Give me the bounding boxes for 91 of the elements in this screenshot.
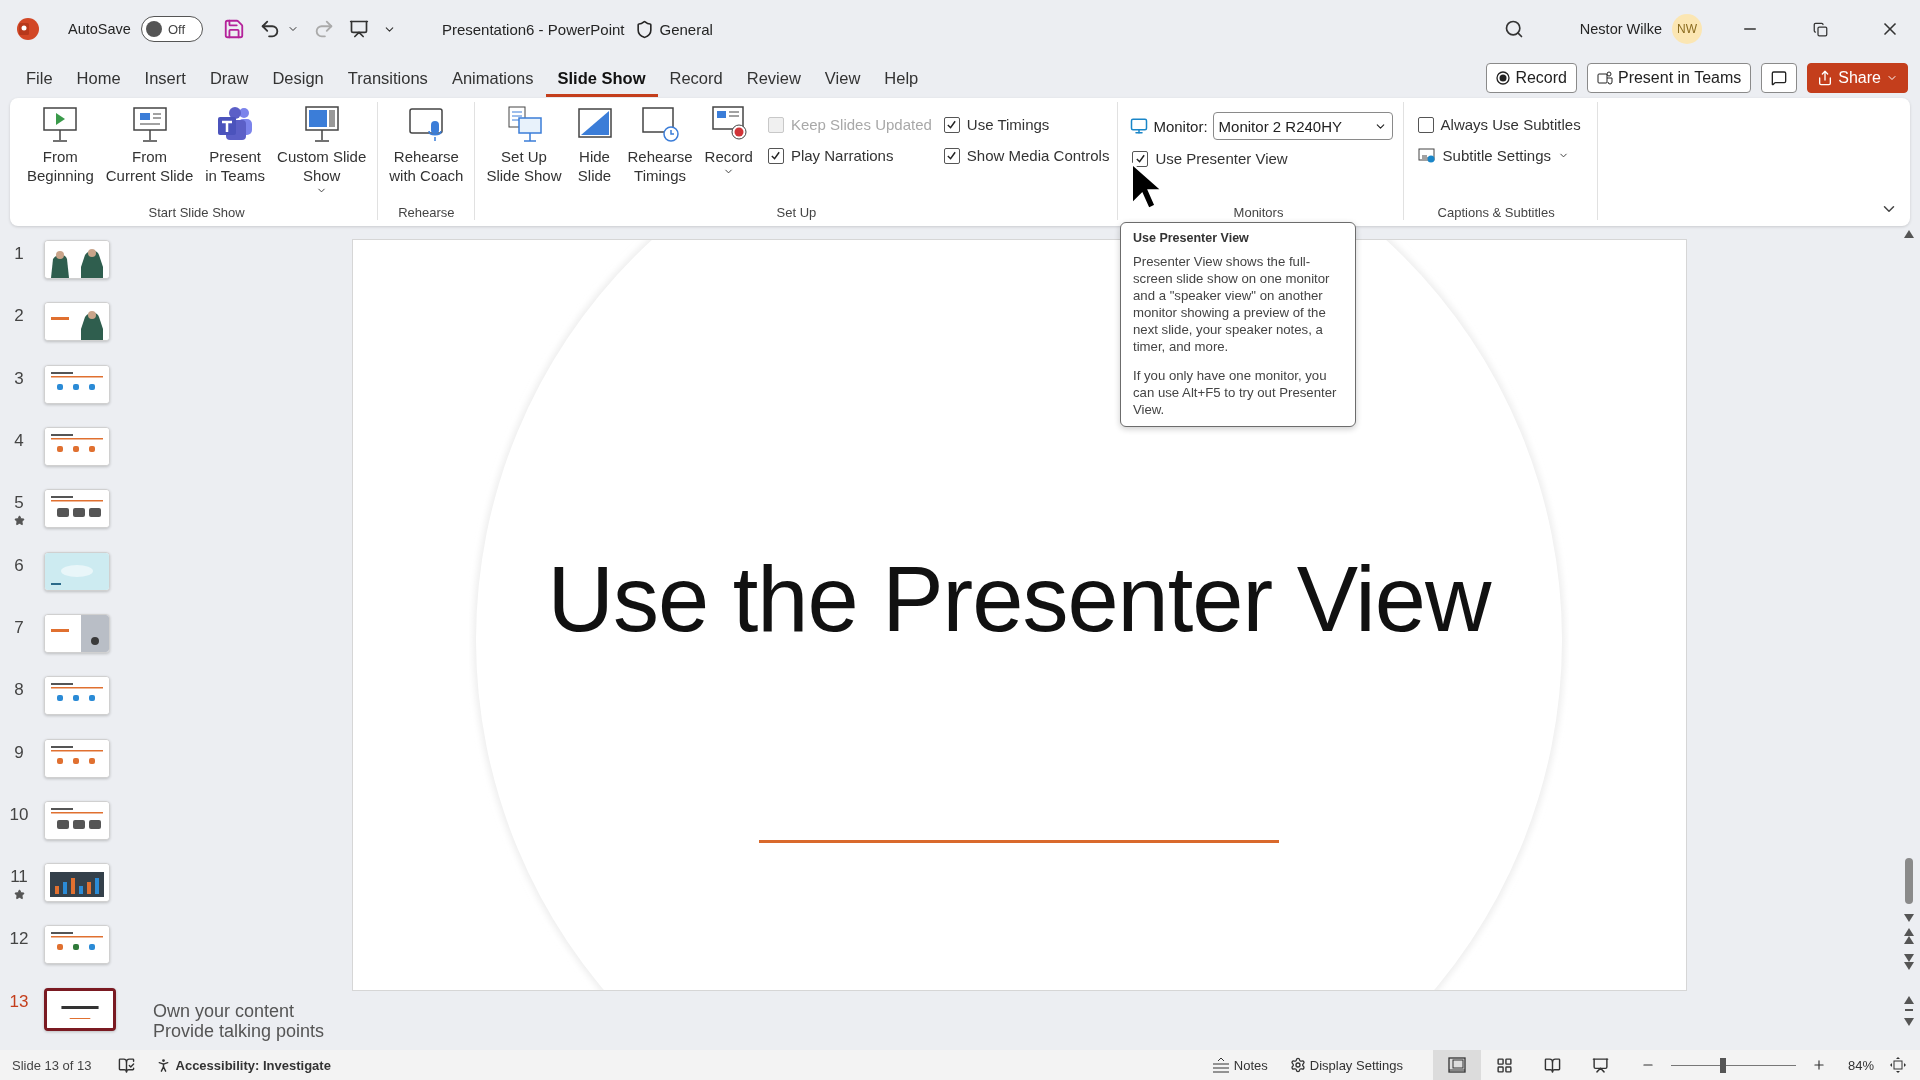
- slide-title: Use the Presenter View: [547, 547, 1491, 652]
- display-settings-button[interactable]: Display Settings: [1285, 1057, 1407, 1073]
- slide-number: 7: [14, 617, 24, 638]
- teams-icon: [1596, 70, 1613, 86]
- group-label: Captions & Subtitles: [1437, 205, 1555, 220]
- ribbon-tab[interactable]: Animations: [439, 62, 546, 97]
- monitor-icon: [1130, 117, 1149, 135]
- group-label: Start Slide Show: [148, 205, 245, 220]
- ribbon-button[interactable]: Hide Slide: [568, 102, 621, 187]
- document-title: Presentation6 - PowerPoint: [441, 20, 625, 38]
- user-avatar[interactable]: NW: [1672, 14, 1702, 44]
- scroll-up-icon[interactable]: [1904, 230, 1914, 238]
- sensitivity-label[interactable]: General: [659, 20, 713, 38]
- slide-number: 5: [14, 493, 24, 514]
- ribbon-button[interactable]: From Beginning: [22, 102, 99, 187]
- app-logo-icon: [16, 17, 40, 41]
- ribbon-button[interactable]: Rehearse with Coach: [384, 102, 469, 187]
- slide-number: 9: [14, 742, 24, 763]
- ribbon-tab[interactable]: Draw: [197, 62, 261, 97]
- slide-number: 11: [10, 867, 28, 888]
- fit-slide-icon[interactable]: [1888, 1055, 1908, 1075]
- view-icon: [1496, 1056, 1514, 1074]
- scrollbar-thumb[interactable]: [1905, 858, 1913, 904]
- subtitle-settings-button[interactable]: Subtitle Settings: [1415, 145, 1583, 166]
- ribbon-button[interactable]: Rehearse Timings: [622, 102, 698, 187]
- group-label: Rehearse: [398, 205, 455, 220]
- ribbon-tab[interactable]: Review: [734, 62, 813, 97]
- slide-thumbnail[interactable]: [44, 987, 116, 1031]
- monitor-label: Monitor:: [1153, 117, 1208, 135]
- checkbox[interactable]: Use Timings: [941, 114, 1112, 135]
- checkbox[interactable]: Show Media Controls: [941, 145, 1112, 166]
- slide-number: 8: [14, 680, 24, 701]
- ribbon-tab[interactable]: File: [14, 62, 65, 97]
- ribbon-tab[interactable]: View: [812, 62, 873, 97]
- ribbon-button[interactable]: Present in Teams: [200, 102, 271, 187]
- speaker-note: Own your content: [153, 1001, 296, 1021]
- record-button[interactable]: Record: [1486, 63, 1577, 93]
- view-icon: [1592, 1056, 1610, 1074]
- slide-number: 12: [9, 929, 29, 950]
- slide-number: 1: [14, 244, 24, 264]
- notes-button[interactable]: Notes: [1207, 1057, 1272, 1073]
- subtitle-settings-icon: [1417, 147, 1436, 164]
- tooltip-text: Presenter View shows the full-screen slide show on one monitor and a "speaker view" on another monitor showing a preview of the next slide, your speaker notes, a timer, and more.: [1133, 253, 1331, 355]
- slide-number: 13: [9, 991, 29, 1012]
- record-icon: [1496, 71, 1511, 85]
- notes-scroll-icon[interactable]: [1904, 996, 1914, 1026]
- ribbon-button[interactable]: From Current Slide: [100, 102, 199, 187]
- zoom-percentage[interactable]: 84%: [1847, 1057, 1874, 1073]
- present-in-teams-button[interactable]: Present in Teams: [1586, 63, 1752, 93]
- slide-number: 4: [14, 430, 24, 451]
- ribbon-tab[interactable]: Help: [872, 62, 931, 97]
- share-icon: [1817, 70, 1834, 86]
- check-icon: [946, 119, 958, 130]
- ribbon-tab[interactable]: Record: [657, 62, 735, 97]
- display-settings-icon: [1289, 1057, 1306, 1073]
- speaker-note: Provide talking points: [153, 1021, 326, 1041]
- group-label: Set Up: [776, 205, 817, 220]
- user-name[interactable]: Nestor Wilke: [1579, 21, 1662, 37]
- checkbox[interactable]: Always Use Subtitles: [1415, 114, 1583, 135]
- tooltip-title: Use Presenter View: [1133, 231, 1250, 245]
- share-button[interactable]: Share: [1807, 63, 1908, 93]
- ribbon-button[interactable]: Custom Slide Show: [272, 102, 372, 198]
- check-icon: [1134, 153, 1146, 164]
- slide-number: 10: [9, 804, 29, 825]
- ribbon-tab[interactable]: Design: [260, 62, 336, 97]
- check-icon: [946, 150, 958, 161]
- autosave-toggle[interactable]: Off: [140, 16, 203, 42]
- zoom-slider-thumb[interactable]: [1720, 1057, 1727, 1073]
- ribbon-button[interactable]: Set Up Slide Show: [481, 102, 567, 187]
- ribbon-tab[interactable]: Transitions: [335, 62, 440, 97]
- comment-icon: [1771, 70, 1788, 86]
- scroll-down-icon[interactable]: [1904, 914, 1914, 922]
- slide-position: Slide 13 of 13: [12, 1057, 92, 1073]
- slide-number: 3: [14, 368, 24, 389]
- comments-button[interactable]: [1761, 63, 1798, 93]
- tooltip-text: If you only have one monitor, you can use Alt+F5 to try out Presenter View.: [1133, 367, 1338, 418]
- slide-number: 6: [14, 555, 24, 576]
- view-icon: [1544, 1056, 1562, 1074]
- checkbox[interactable]: Play Narrations: [765, 145, 934, 166]
- autosave-label: AutoSave: [68, 21, 131, 37]
- monitor-dropdown[interactable]: Monitor 2 R240HY: [1212, 112, 1393, 140]
- check-icon: [770, 150, 782, 161]
- ribbon-tab[interactable]: Insert: [132, 62, 198, 97]
- view-icon: [1447, 1057, 1466, 1073]
- accessibility-button[interactable]: Accessibility: Investigate: [150, 1056, 335, 1074]
- notes-icon: [1211, 1057, 1230, 1073]
- ribbon-button[interactable]: Record: [699, 102, 758, 179]
- slide-number: 2: [14, 306, 24, 327]
- ribbon-tab[interactable]: Home: [64, 62, 133, 97]
- group-label: Monitors: [1233, 205, 1284, 220]
- shield-icon: [634, 19, 654, 39]
